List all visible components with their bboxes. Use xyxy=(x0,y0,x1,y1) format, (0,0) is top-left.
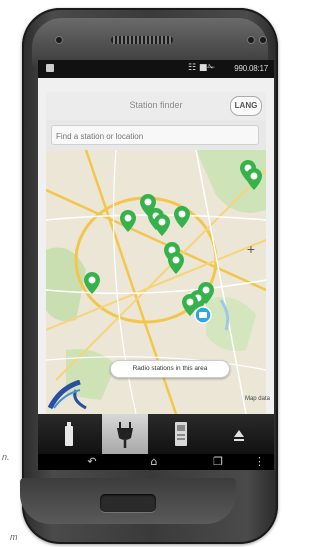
front-camera-icon xyxy=(56,37,62,43)
app-left-margin xyxy=(38,92,46,414)
phone-screen: ☷ ■✁ 990.08:17 Station finder LANG Find … xyxy=(38,60,274,470)
phone-chin xyxy=(20,478,236,524)
brand-logo-icon xyxy=(48,380,81,410)
plug-icon xyxy=(117,422,133,448)
station-marker[interactable] xyxy=(174,206,190,228)
status-time: 990.08:17 xyxy=(234,64,268,73)
eject-icon xyxy=(234,430,244,441)
menu-icon[interactable]: ⋮ xyxy=(254,455,265,468)
hardware-home-button[interactable] xyxy=(100,494,156,512)
side-text-b: m xyxy=(10,532,18,542)
language-button[interactable]: LANG xyxy=(230,96,262,116)
search-input[interactable] xyxy=(52,128,250,145)
tab-bottle[interactable] xyxy=(46,414,92,454)
sensor-icon-2 xyxy=(260,37,266,43)
sensor-icon xyxy=(248,37,254,43)
current-location-icon[interactable] xyxy=(194,306,212,324)
station-marker[interactable] xyxy=(246,168,262,190)
earpiece-speaker xyxy=(111,36,173,44)
tab-bar xyxy=(38,414,274,454)
side-text-a: n. xyxy=(2,452,10,462)
bottle-icon xyxy=(65,422,73,446)
zoom-in-button[interactable]: + xyxy=(244,242,258,256)
station-marker[interactable] xyxy=(84,272,100,294)
system-nav-bar: ↶ ⌂ ❐ ⋮ xyxy=(38,454,274,470)
search-row xyxy=(46,120,266,150)
app-bar: Station finder LANG xyxy=(46,92,266,121)
signal-icons: ☷ ■✁ xyxy=(188,63,215,73)
recent-apps-icon[interactable]: ❐ xyxy=(208,455,228,468)
station-marker[interactable] xyxy=(154,214,170,236)
status-bar: ☷ ■✁ 990.08:17 xyxy=(38,60,274,78)
home-icon[interactable]: ⌂ xyxy=(144,455,164,468)
app-right-margin xyxy=(266,92,274,414)
station-marker[interactable] xyxy=(168,252,184,274)
back-icon[interactable]: ↶ xyxy=(82,455,102,468)
tab-plug[interactable] xyxy=(102,414,148,454)
map-popup[interactable]: Radio stations in this area xyxy=(110,360,230,378)
notification-icon xyxy=(46,64,54,72)
search-box xyxy=(51,125,259,145)
map-copyright: Map data xyxy=(244,396,270,402)
station-marker[interactable] xyxy=(120,210,136,232)
tab-eject[interactable] xyxy=(216,414,262,454)
tab-charging-station[interactable] xyxy=(158,414,204,454)
app-top-strip xyxy=(38,78,274,92)
charging-station-icon xyxy=(175,422,187,446)
